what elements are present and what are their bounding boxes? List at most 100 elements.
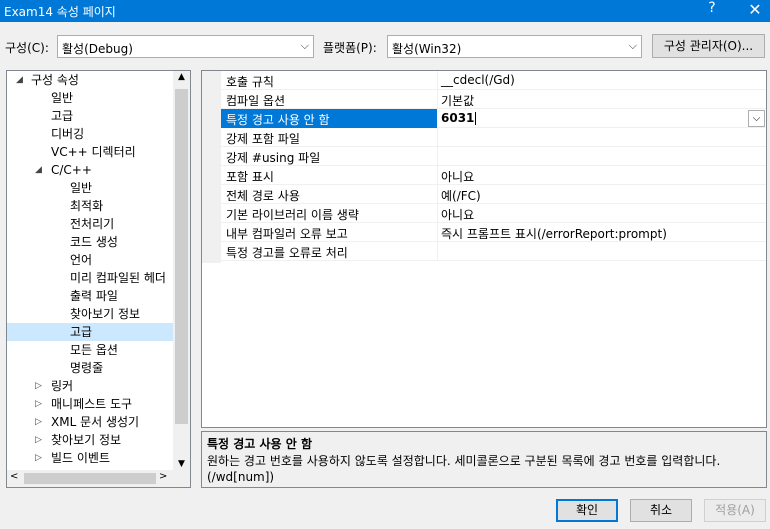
property-name: 강제 #using 파일 [226, 151, 321, 165]
tree-item-output-files[interactable]: 출력 파일 [70, 287, 118, 305]
property-name: 호출 규칙 [226, 75, 274, 89]
scroll-up-icon[interactable]: ▲ [173, 72, 190, 82]
tree-item-label: 빌드 이벤트 [51, 451, 111, 465]
tree-item-label: 고급 [70, 325, 93, 339]
collapsed-triangle-icon[interactable]: ▷ [35, 377, 42, 395]
tree-item-browse-info[interactable]: ▷ 찾아보기 정보 [7, 431, 173, 449]
property-name: 포함 표시 [226, 170, 274, 184]
config-label: 구성(C): [5, 41, 49, 55]
property-name: 전체 경로 사용 [226, 189, 300, 203]
property-row-selected[interactable]: 특정 경고 사용 안 함 6031 ⌵ [221, 109, 766, 128]
description-text: 원하는 경고 번호를 사용하지 않도록 설정합니다. 세미콜론으로 구분된 목록… [207, 454, 721, 484]
tree-item-general[interactable]: 일반 [51, 89, 73, 107]
chevron-down-icon[interactable]: ⌵ [748, 110, 765, 127]
ok-button[interactable]: 확인 [556, 499, 618, 522]
scroll-left-icon[interactable]: < [10, 471, 18, 482]
expanded-triangle-icon[interactable]: ◢ [16, 71, 23, 89]
tree-item-label: 링커 [51, 379, 74, 393]
tree-item-cpp-advanced[interactable]: 고급 [7, 323, 173, 341]
scrollbar-thumb[interactable] [24, 473, 156, 484]
tree-item-label: 매니페스트 도구 [51, 397, 133, 411]
property-value: 아니요 [441, 208, 475, 222]
config-manager-button[interactable]: 구성 관리자(O)... [652, 34, 765, 58]
cancel-button[interactable]: 취소 [630, 499, 692, 522]
property-row[interactable]: 내부 컴파일러 오류 보고 즉시 프롬프트 표시(/errorReport:pr… [221, 223, 766, 242]
tree-item-optimization[interactable]: 최적화 [70, 197, 103, 215]
scroll-down-icon[interactable]: ▼ [173, 459, 190, 469]
property-value: 즉시 프롬프트 표시(/errorReport:prompt) [441, 227, 667, 241]
tree-item-language[interactable]: 언어 [70, 251, 92, 269]
property-grid[interactable]: 호출 규칙 __cdecl(/Gd) 컴파일 옵션 기본값 특정 경고 사용 안… [201, 70, 767, 428]
collapsed-triangle-icon[interactable]: ▷ [35, 395, 42, 413]
tree-item-build-events[interactable]: ▷ 빌드 이벤트 [7, 449, 173, 467]
collapsed-triangle-icon[interactable]: ▷ [35, 431, 42, 449]
tree-item-label: VC++ 디렉터리 [51, 145, 136, 159]
tree-item-linker[interactable]: ▷ 링커 [7, 377, 173, 395]
tree-item-cpp-general[interactable]: 일반 [70, 179, 92, 197]
grid-gutter [202, 71, 221, 263]
tree-item-code-generation[interactable]: 코드 생성 [70, 233, 118, 251]
tree-item-browse-information[interactable]: 찾아보기 정보 [70, 305, 140, 323]
tree-item-xml-doc-generator[interactable]: ▷ XML 문서 생성기 [7, 413, 173, 431]
platform-label: 플랫폼(P): [323, 41, 377, 55]
tree-horizontal-scrollbar[interactable]: < > [7, 470, 190, 487]
tree-item-label: 고급 [51, 109, 74, 123]
config-value: 활성(Debug) [62, 42, 133, 56]
property-value-input[interactable]: 6031 [441, 111, 477, 125]
description-panel: 특정 경고 사용 안 함 원하는 경고 번호를 사용하지 않도록 설정합니다. … [201, 431, 767, 488]
scrollbar-thumb[interactable] [175, 89, 188, 424]
property-row[interactable]: 전체 경로 사용 예(/FC) [221, 185, 766, 204]
tree-item-precompiled-headers[interactable]: 미리 컴파일된 헤더 [70, 269, 166, 287]
property-row[interactable]: 강제 포함 파일 [221, 128, 766, 147]
tree-item-label: 최적화 [70, 199, 104, 213]
property-value: 예(/FC) [441, 189, 481, 203]
config-combo[interactable]: 활성(Debug) ⌵ [57, 35, 314, 58]
tree-item-label: 구성 속성 [31, 73, 79, 87]
tree-item-label: 코드 생성 [70, 235, 118, 249]
scroll-right-icon[interactable]: > [159, 471, 167, 482]
window-title: Exam14 속성 페이지 [4, 5, 116, 19]
tree-item-label: 일반 [70, 181, 93, 195]
property-tree[interactable]: ◢ 구성 속성 일반 고급 디버깅 VC++ 디렉터리 ◢ C/C++ 일반 최… [6, 70, 191, 488]
tree-item-label: 언어 [70, 253, 93, 267]
property-name: 기본 라이브러리 이름 생략 [226, 208, 359, 222]
tree-item-label: 전처리기 [70, 217, 115, 231]
property-value: 아니요 [441, 170, 475, 184]
tree-item-preprocessor[interactable]: 전처리기 [70, 215, 114, 233]
tree-item-label: 모든 옵션 [70, 343, 118, 357]
property-row[interactable]: 포함 표시 아니요 [221, 166, 766, 185]
collapsed-triangle-icon[interactable]: ▷ [35, 413, 42, 431]
property-row[interactable]: 특정 경고를 오류로 처리 [221, 242, 766, 261]
tree-item-label: 디버깅 [51, 127, 85, 141]
close-button[interactable]: ✕ [744, 0, 766, 19]
tree-item-advanced[interactable]: 고급 [51, 107, 73, 125]
tree-vertical-scrollbar[interactable]: ▲ ▼ [173, 71, 190, 470]
tree-item-cpp[interactable]: ◢ C/C++ [7, 161, 173, 179]
tree-item-command-line[interactable]: 명령줄 [70, 359, 103, 377]
text-caret [475, 112, 477, 125]
collapsed-triangle-icon[interactable]: ▷ [35, 449, 42, 467]
platform-combo[interactable]: 활성(Win32) ⌵ [387, 35, 642, 58]
description-title: 특정 경고 사용 안 함 [207, 437, 313, 451]
property-row[interactable]: 호출 규칙 __cdecl(/Gd) [221, 71, 766, 90]
help-button[interactable]: ? [702, 0, 722, 16]
property-name: 강제 포함 파일 [226, 132, 300, 146]
property-row[interactable]: 강제 #using 파일 [221, 147, 766, 166]
tree-item-all-options[interactable]: 모든 옵션 [70, 341, 118, 359]
tree-item-vc-directories[interactable]: VC++ 디렉터리 [51, 143, 136, 161]
tree-item-manifest-tool[interactable]: ▷ 매니페스트 도구 [7, 395, 173, 413]
property-name: 내부 컴파일러 오류 보고 [226, 227, 348, 241]
tree-item-debugging[interactable]: 디버깅 [51, 125, 84, 143]
property-row[interactable]: 컴파일 옵션 기본값 [221, 90, 766, 109]
expanded-triangle-icon[interactable]: ◢ [35, 161, 42, 179]
property-name: 특정 경고 사용 안 함 [226, 113, 330, 127]
property-value: __cdecl(/Gd) [441, 73, 515, 87]
chevron-down-icon: ⌵ [628, 39, 637, 52]
property-row[interactable]: 기본 라이브러리 이름 생략 아니요 [221, 204, 766, 223]
tree-item-label: XML 문서 생성기 [51, 415, 140, 429]
apply-button[interactable]: 적용(A) [704, 499, 766, 522]
tree-item-config-properties[interactable]: ◢ 구성 속성 [7, 71, 173, 89]
tree-item-label: 찾아보기 정보 [51, 433, 122, 447]
tree-item-label: 찾아보기 정보 [70, 307, 141, 321]
property-value: 기본값 [441, 94, 475, 108]
